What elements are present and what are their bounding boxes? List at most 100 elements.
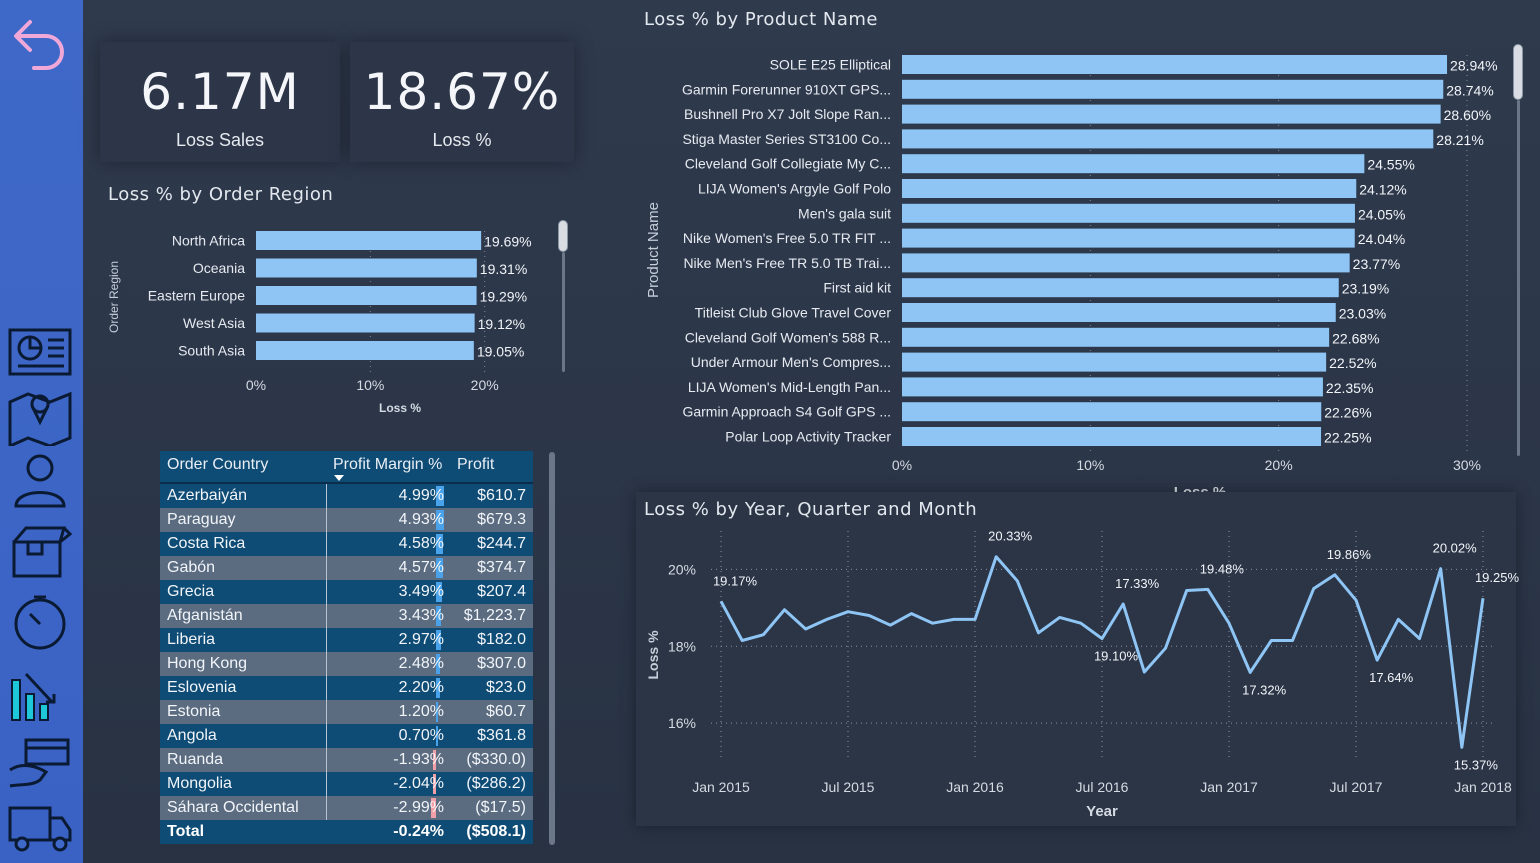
data-label: 24.04%: [1358, 231, 1405, 247]
table-row[interactable]: Estonia 1.20% $60.7: [160, 700, 533, 724]
bar: [902, 55, 1448, 74]
y-tick-label: 16%: [668, 715, 696, 731]
category-label: LIJA Women's Mid-Length Pan...: [688, 379, 891, 395]
cell-profit-margin: 4.58%: [398, 535, 444, 552]
x-tick-label: 0%: [892, 457, 912, 473]
cell-profit-margin: -1.93%: [393, 751, 444, 768]
table-row[interactable]: Azerbaiyán 4.99% $610.7: [160, 484, 533, 508]
header-profit-margin[interactable]: Profit Margin %: [333, 456, 442, 474]
customer-icon[interactable]: [6, 452, 74, 508]
payment-icon[interactable]: [6, 736, 74, 792]
kpi-value: 18.67%: [363, 63, 561, 121]
table-row[interactable]: Grecia 3.49% $207.4: [160, 580, 533, 604]
cell-profit-margin: 1.20%: [398, 703, 444, 720]
bar: [902, 228, 1355, 248]
category-label: Nike Men's Free TR 5.0 TB Trai...: [683, 255, 891, 271]
column-divider: [326, 484, 327, 508]
country-profit-table: Order Country Profit Margin % Profit Aze…: [160, 451, 533, 844]
cell-country: Mongolia: [167, 775, 232, 792]
data-label: 19.48%: [1200, 561, 1245, 576]
table-row[interactable]: Angola 0.70% $361.8: [160, 724, 533, 748]
product-scrollbar[interactable]: [1513, 44, 1523, 100]
bar: [902, 278, 1339, 298]
cell-profit-margin: -2.04%: [393, 775, 444, 792]
bar: [902, 104, 1441, 124]
column-divider: [326, 676, 327, 700]
dashboard-icon[interactable]: [6, 324, 74, 380]
region-scroll-track[interactable]: [562, 252, 565, 372]
kpi-label: Loss Sales: [175, 130, 265, 150]
package-icon[interactable]: [6, 522, 74, 578]
x-tick-label: Jul 2016: [1076, 779, 1129, 795]
table-total-row: Total -0.24% ($508.1): [160, 820, 533, 844]
data-label: 19.29%: [480, 289, 527, 305]
data-label: 23.77%: [1353, 256, 1400, 272]
data-label: 19.69%: [484, 234, 531, 250]
table-row[interactable]: Gabón 4.57% $374.7: [160, 556, 533, 580]
kpi-card-loss-percent: 18.67% Loss %: [350, 42, 574, 162]
cell-profit: ($330.0): [466, 751, 526, 768]
cell-profit-margin: -2.99%: [393, 799, 444, 816]
data-label: 22.26%: [1324, 405, 1371, 421]
stopwatch-icon[interactable]: [6, 594, 74, 650]
table-row[interactable]: Hong Kong 2.48% $307.0: [160, 652, 533, 676]
product-scroll-track[interactable]: [1517, 100, 1520, 456]
y-axis-title: Order Region: [107, 261, 121, 333]
map-icon[interactable]: [6, 390, 74, 449]
region-scrollbar[interactable]: [558, 220, 568, 252]
table-row[interactable]: Mongolia -2.04% ($286.2): [160, 772, 533, 796]
cell-profit-margin: 3.43%: [398, 607, 444, 624]
table-header: Order Country Profit Margin % Profit: [160, 451, 533, 484]
data-label: 17.33%: [1115, 576, 1160, 591]
table-row[interactable]: Costa Rica 4.58% $244.7: [160, 532, 533, 556]
cell-profit-margin: 4.57%: [398, 559, 444, 576]
bar: [902, 427, 1322, 446]
cell-profit: $1,223.7: [463, 607, 526, 624]
table-row[interactable]: Eslovenia 2.20% $23.0: [160, 676, 533, 700]
bar: [256, 231, 482, 250]
cell-profit: $60.7: [485, 703, 526, 720]
table-row[interactable]: Sáhara Occidental -2.99% ($17.5): [160, 796, 533, 820]
data-label: 20.33%: [988, 529, 1033, 544]
header-profit[interactable]: Profit: [457, 456, 494, 474]
cell-country: Azerbaiyán: [167, 487, 248, 504]
sort-desc-icon[interactable]: [334, 475, 344, 481]
data-label: 19.12%: [478, 316, 525, 332]
region-bar-chart: 0% 10% 20% North Africa 19.69% Oceania 19.31% E…: [107, 231, 532, 415]
cell-profit-margin: 3.49%: [398, 583, 444, 600]
table-row[interactable]: Paraguay 4.93% $679.3: [160, 508, 533, 532]
delivery-truck-icon[interactable]: [6, 800, 74, 856]
y-tick-label: 20%: [668, 561, 696, 577]
x-tick-label: 30%: [1453, 457, 1481, 473]
data-label: 28.94%: [1450, 58, 1497, 74]
category-label: South Asia: [178, 343, 245, 359]
table-scrollbar[interactable]: [549, 452, 555, 845]
table-body: Azerbaiyán 4.99% $610.7 Paraguay 4.93% $679.3…: [160, 484, 533, 820]
data-label: 24.05%: [1358, 206, 1405, 222]
column-divider: [326, 604, 327, 628]
header-order-country[interactable]: Order Country: [167, 456, 268, 474]
column-divider: [326, 652, 327, 676]
table-row[interactable]: Liberia 2.97% $182.0: [160, 628, 533, 652]
data-label: 28.74%: [1446, 82, 1493, 98]
category-label: North Africa: [172, 233, 245, 249]
table-row[interactable]: Afganistán 3.43% $1,223.7: [160, 604, 533, 628]
category-label: Garmin Forerunner 910XT GPS...: [682, 81, 891, 97]
category-label: Oceania: [193, 260, 245, 276]
analytics-icon[interactable]: [6, 668, 74, 724]
cell-country: Paraguay: [167, 511, 236, 528]
back-arrow-icon[interactable]: [8, 12, 68, 76]
column-divider: [326, 556, 327, 580]
data-label: 19.86%: [1327, 547, 1372, 562]
bar: [902, 179, 1357, 198]
category-label: Nike Women's Free 5.0 TR FIT ...: [683, 230, 891, 246]
category-label: Under Armour Men's Compres...: [691, 354, 891, 370]
category-label: Polar Loop Activity Tracker: [725, 429, 891, 445]
y-axis-title: Product Name: [645, 202, 662, 298]
x-tick-label: Jul 2017: [1330, 779, 1383, 795]
category-label: First aid kit: [823, 280, 891, 296]
product-bar-chart: 0% 10% 20% 30% SOLE E25 Elliptical 28.94% Garm…: [645, 55, 1498, 501]
table-row[interactable]: Ruanda -1.93% ($330.0): [160, 748, 533, 772]
bar: [902, 203, 1355, 223]
data-label: 19.31%: [480, 261, 527, 277]
